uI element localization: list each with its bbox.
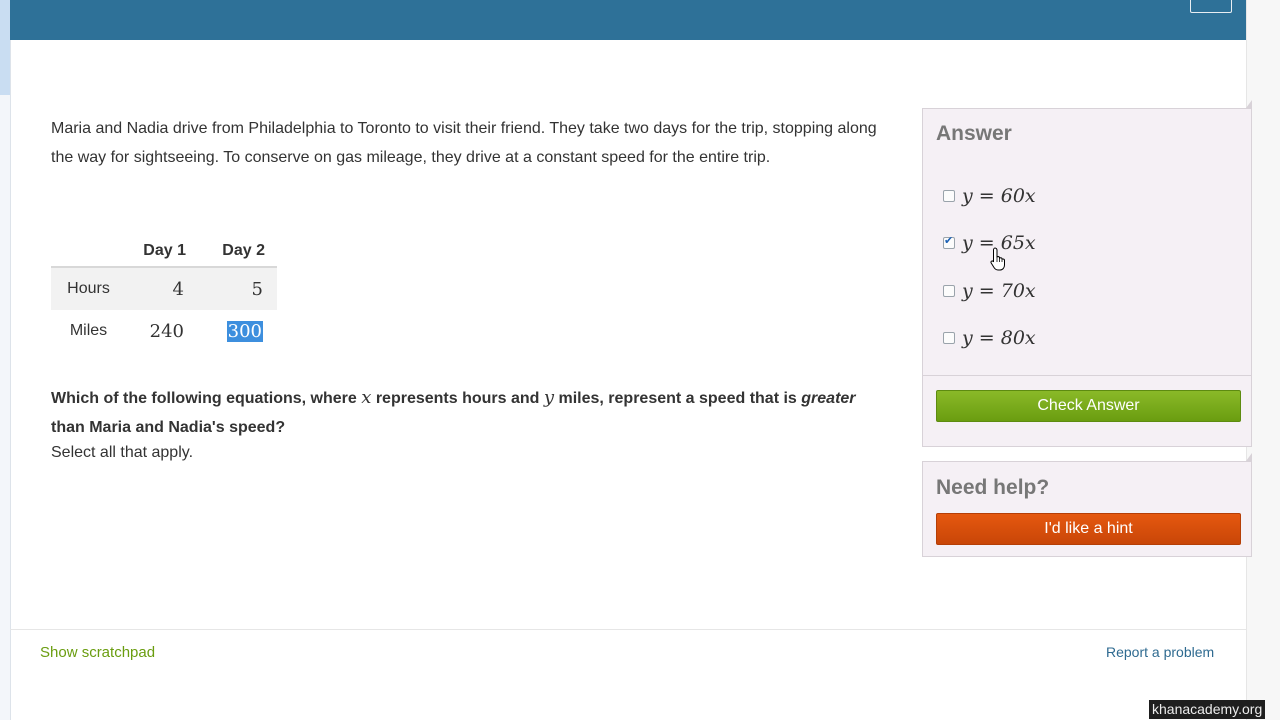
question-paragraph: Maria and Nadia drive from Philadelphia …: [51, 120, 877, 166]
watermark: khanacademy.org: [1149, 700, 1266, 719]
answer-title: Answer: [936, 122, 1012, 145]
prompt-emphasis: greater: [801, 390, 856, 407]
help-title: Need help?: [936, 476, 1050, 499]
table-header-day2: Day 2: [186, 236, 277, 268]
cell-hours-day2: 5: [251, 278, 263, 300]
hint-button[interactable]: I'd like a hint: [936, 513, 1241, 545]
table-row-hours: Hours 4 5: [51, 267, 277, 310]
math-var-x: x: [361, 387, 372, 408]
choice-1[interactable]: y = 60x: [943, 183, 1036, 209]
row-label-miles: Miles: [69, 322, 108, 339]
cell-hours-day1: 4: [172, 278, 184, 300]
prompt-text-1: Which of the following equations, where: [51, 390, 362, 407]
answer-panel: Answer y = 60x y = 65x y = 70x y = 80x C…: [922, 108, 1252, 447]
answer-panel-divider: [923, 375, 1251, 376]
trip-data-table: Day 1 Day 2 Hours 4 5 Miles 240 300: [51, 236, 277, 352]
prompt-text-4: than Maria and Nadia's speed?: [51, 419, 286, 436]
help-panel: Need help? I'd like a hint: [922, 461, 1252, 557]
check-answer-button[interactable]: Check Answer: [936, 390, 1241, 422]
cell-miles-day1: 240: [149, 320, 184, 342]
choice-2-checkbox[interactable]: [943, 234, 955, 249]
choice-3-checkbox[interactable]: [943, 285, 955, 297]
table-header-empty: [51, 236, 126, 268]
table-header-row: Day 1 Day 2: [51, 236, 277, 268]
select-all-instruction: Select all that apply.: [51, 444, 194, 461]
math-var-y: y: [543, 387, 555, 408]
show-scratchpad-link[interactable]: Show scratchpad: [40, 644, 155, 661]
answer-panel-corner: [1246, 100, 1252, 108]
choice-1-checkbox[interactable]: [943, 190, 955, 202]
report-problem-link[interactable]: Report a problem: [1106, 644, 1214, 660]
table-row-miles: Miles 240 300: [51, 310, 277, 352]
choice-1-label[interactable]: y = 60x: [962, 185, 1036, 207]
left-page-edge: [0, 0, 11, 720]
footer-divider: [10, 629, 1246, 630]
left-edge-accent: [0, 0, 10, 95]
choice-4-label[interactable]: y = 80x: [962, 327, 1036, 349]
cell-miles-day2-highlighted: 300: [226, 320, 263, 342]
choice-4[interactable]: y = 80x: [943, 325, 1036, 351]
choice-3[interactable]: y = 70x: [943, 278, 1036, 304]
question-prompt: Which of the following equations, where …: [51, 383, 881, 442]
hand-cursor-icon: [990, 247, 1005, 271]
prompt-text-3: miles, represent a speed that is: [554, 390, 802, 407]
header-menu-button[interactable]: [1190, 0, 1232, 13]
choice-4-checkbox[interactable]: [943, 332, 955, 344]
prompt-text-2: represents hours and: [371, 390, 544, 407]
table-header-day1: Day 1: [126, 236, 186, 268]
choice-3-label[interactable]: y = 70x: [962, 280, 1036, 302]
row-label-hours: Hours: [51, 267, 126, 310]
top-header-bar: [10, 0, 1246, 40]
help-panel-corner: [1246, 453, 1252, 461]
